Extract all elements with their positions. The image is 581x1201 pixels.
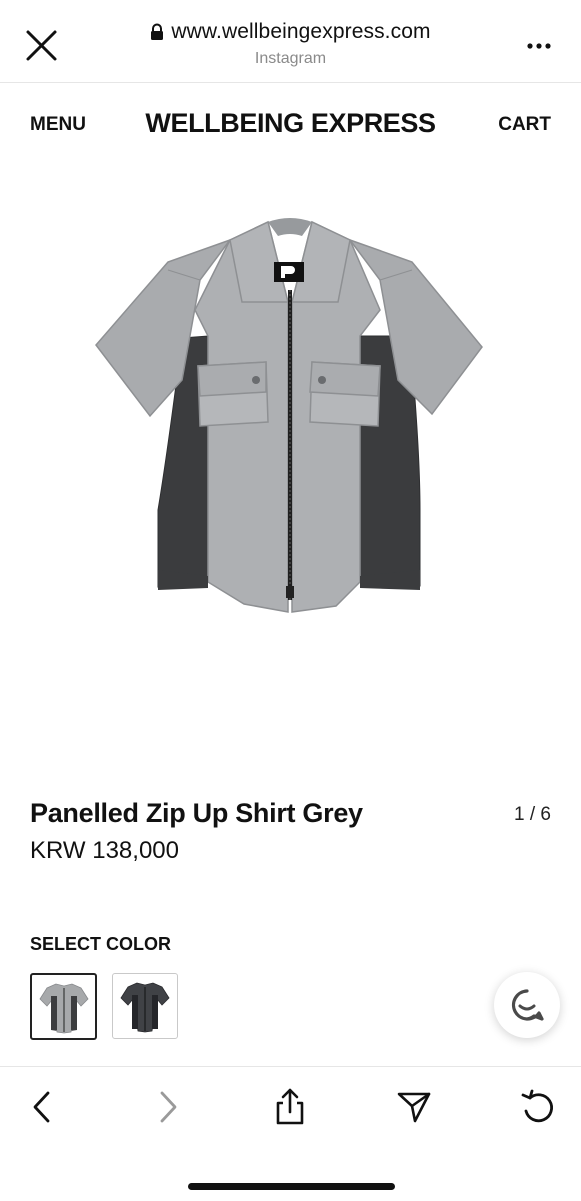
home-indicator (188, 1183, 395, 1190)
address-bar[interactable]: www.wellbeingexpress.com Instagram (100, 20, 481, 68)
share-icon (276, 1088, 304, 1125)
cart-link[interactable]: CART (498, 114, 551, 136)
more-icon (527, 43, 551, 49)
send-icon (397, 1092, 431, 1123)
product-image[interactable] (90, 210, 490, 630)
more-options-button[interactable] (525, 36, 555, 56)
chat-icon (511, 989, 544, 1021)
brand-logo[interactable]: WELLBEING EXPRESS (0, 108, 581, 139)
browser-toolbar: www.wellbeingexpress.com Instagram (0, 0, 581, 83)
chat-button[interactable] (494, 972, 560, 1038)
forward-icon (160, 1091, 177, 1123)
lock-icon (151, 23, 164, 40)
forward-button[interactable] (148, 1087, 188, 1127)
reload-button[interactable] (518, 1087, 558, 1127)
reload-icon (521, 1089, 553, 1123)
charcoal-shirt-thumbnail (120, 982, 170, 1033)
color-swatch-grey[interactable] (30, 973, 97, 1040)
share-button[interactable] (270, 1087, 310, 1127)
product-name: Panelled Zip Up Shirt Grey (30, 798, 363, 828)
browser-bottom-bar (0, 1066, 581, 1201)
select-color-label: SELECT COLOR (30, 934, 172, 954)
site-header: MENU WELLBEING EXPRESS CART (0, 100, 581, 155)
send-button[interactable] (394, 1087, 434, 1127)
close-icon (26, 30, 57, 61)
close-button[interactable] (22, 26, 60, 64)
product-price: KRW 138,000 (30, 837, 179, 864)
back-button[interactable] (22, 1087, 62, 1127)
product-info: Panelled Zip Up Shirt Grey KRW 138,000 1… (30, 798, 551, 865)
url-text: www.wellbeingexpress.com (171, 20, 431, 43)
source-label: Instagram (254, 50, 327, 67)
color-swatch-charcoal[interactable] (112, 973, 178, 1039)
color-swatches (30, 973, 178, 1040)
shirt-illustration (95, 218, 483, 613)
back-icon (33, 1091, 50, 1123)
grey-shirt-thumbnail (38, 983, 89, 1033)
image-pager: 1 / 6 (514, 804, 551, 825)
